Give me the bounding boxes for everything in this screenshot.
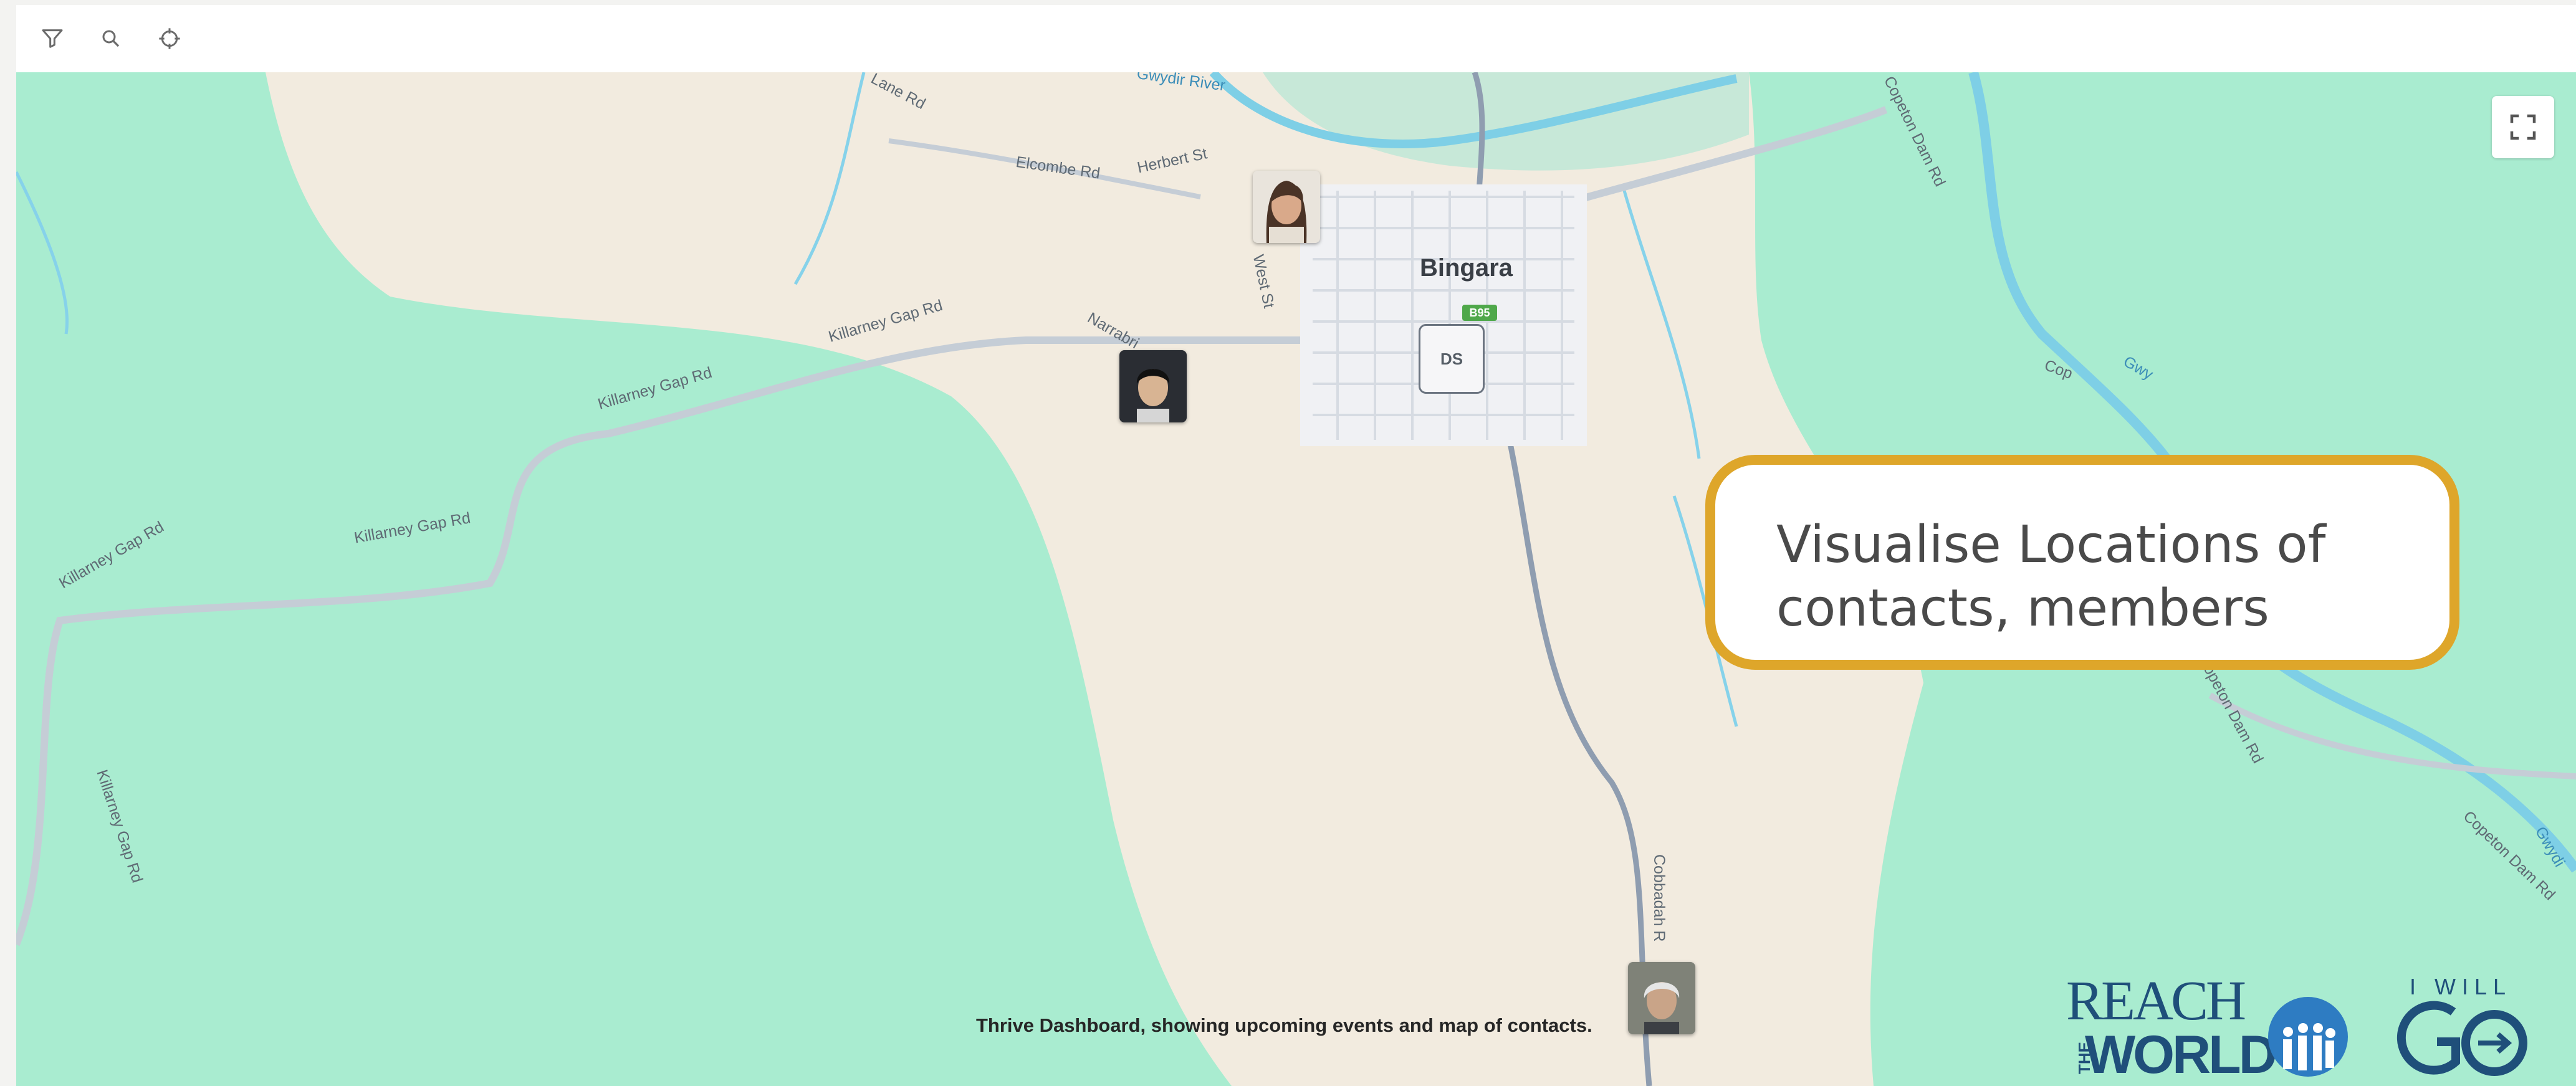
river-creek-1 <box>793 72 866 285</box>
person-icon <box>1119 350 1187 422</box>
town-grid <box>1300 184 1587 446</box>
locate-icon <box>159 28 180 49</box>
fullscreen-icon <box>2510 114 2536 140</box>
filter-button[interactable] <box>35 21 70 56</box>
poi-marker[interactable]: DS <box>1419 324 1485 394</box>
caption-text: Thrive Dashboard, showing upcoming event… <box>976 1014 1592 1036</box>
contact-avatar[interactable] <box>1253 171 1320 243</box>
locate-button[interactable] <box>152 21 187 56</box>
reach-the-world-logo: REACH THE WORLD <box>2064 969 2363 1085</box>
map-toolbar <box>16 5 2576 73</box>
forest-area-west <box>16 72 1232 1086</box>
callout-line-2: contacts, members <box>1776 578 2269 638</box>
route-shield: B95 <box>1462 305 1497 321</box>
person-icon <box>1628 962 1695 1034</box>
person-icon <box>1253 171 1320 243</box>
search-icon <box>102 30 120 47</box>
svg-text:WORLD: WORLD <box>2085 1025 2276 1082</box>
town-label: Bingara <box>1420 254 1513 282</box>
svg-text:I WILL: I WILL <box>2410 974 2512 999</box>
road-label-cobbadah: Cobbadah R <box>1650 854 1668 942</box>
map-canvas[interactable]: Lane Rd Gwydir River Elcombe Rd Herbert … <box>16 72 2576 1086</box>
svg-text:REACH: REACH <box>2066 970 2245 1032</box>
contact-avatar[interactable] <box>1119 350 1187 422</box>
callout-line-1: Visualise Locations of <box>1776 515 2326 574</box>
i-will-go-logo: I WILL <box>2391 974 2534 1086</box>
search-button[interactable] <box>93 21 128 56</box>
filter-icon <box>42 29 63 48</box>
river-creek-2 <box>1622 190 1701 459</box>
callout-box: Visualise Locations of contacts, members <box>1705 455 2459 670</box>
fullscreen-button[interactable] <box>2492 96 2554 158</box>
contact-avatar[interactable] <box>1628 962 1695 1034</box>
